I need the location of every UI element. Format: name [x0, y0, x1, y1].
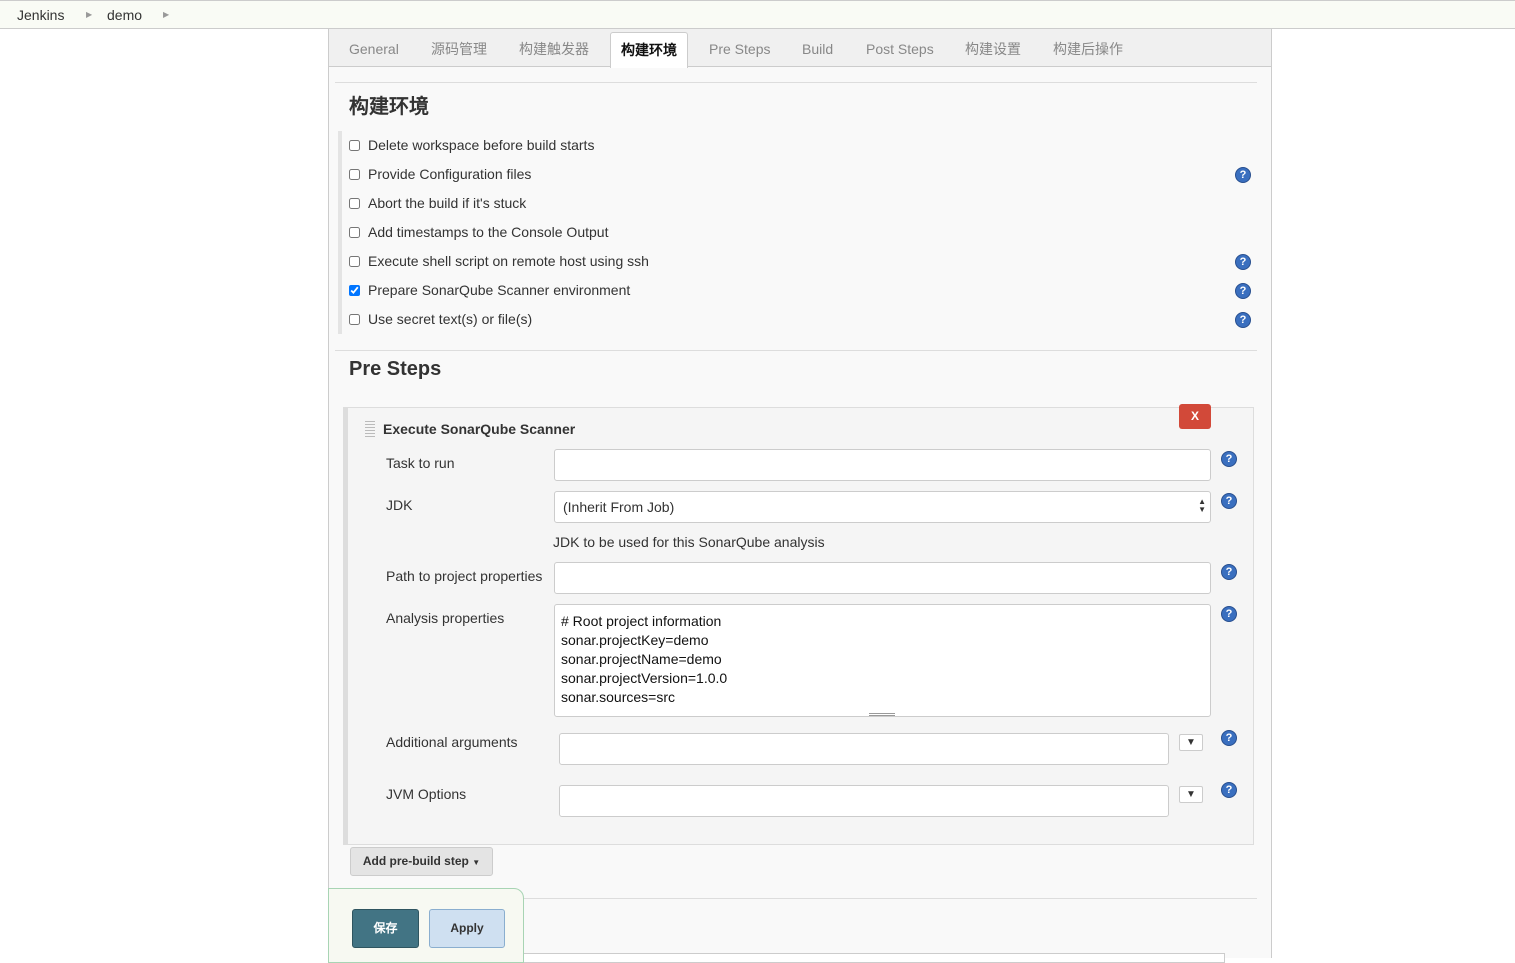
build-env-option[interactable]: Prepare SonarQube Scanner environment: [349, 282, 630, 298]
jdk-description: JDK to be used for this SonarQube analys…: [553, 534, 825, 550]
apply-button[interactable]: Apply: [429, 909, 505, 948]
bottom-sticker: 保存 Apply: [328, 888, 524, 963]
help-icon[interactable]: ?: [1221, 782, 1237, 798]
config-panel: General 源码管理 构建触发器 构建环境 Pre Steps Build …: [328, 29, 1272, 963]
tab-build-env[interactable]: 构建环境: [610, 32, 688, 68]
option-checkbox[interactable]: [349, 284, 360, 296]
tab-scm[interactable]: 源码管理: [421, 32, 497, 67]
analysis-label: Analysis properties: [386, 610, 505, 626]
delete-step-button[interactable]: X: [1179, 404, 1211, 429]
path-label: Path to project properties: [386, 568, 543, 584]
help-icon[interactable]: ?: [1221, 493, 1237, 509]
help-icon[interactable]: ?: [1221, 730, 1237, 746]
help-icon[interactable]: ?: [1235, 283, 1251, 299]
chevron-right-icon[interactable]: ▶: [163, 10, 169, 19]
help-icon[interactable]: ?: [1221, 451, 1237, 467]
tab-post-steps[interactable]: Post Steps: [856, 32, 944, 67]
jdk-value: (Inherit From Job): [563, 499, 675, 515]
divider: [335, 82, 1257, 83]
breadcrumb-demo[interactable]: demo: [107, 7, 142, 23]
jvm-input[interactable]: [559, 785, 1169, 817]
tab-triggers[interactable]: 构建触发器: [509, 32, 599, 67]
build-env-option[interactable]: Delete workspace before build starts: [349, 137, 594, 153]
section-title-build-env: 构建环境: [349, 96, 429, 118]
jdk-label: JDK: [386, 497, 413, 513]
select-arrows-icon: ▲ ▼: [1198, 497, 1206, 514]
option-checkbox[interactable]: [349, 313, 360, 325]
add-pre-build-step-button[interactable]: Add pre-build step ▼: [350, 847, 493, 876]
tab-general[interactable]: General: [339, 32, 409, 67]
save-button[interactable]: 保存: [352, 909, 419, 948]
option-checkbox[interactable]: [349, 255, 360, 267]
option-checkbox[interactable]: [349, 168, 360, 180]
jdk-select[interactable]: (Inherit From Job) ▲ ▼: [554, 491, 1211, 523]
add-step-label: Add pre-build step: [362, 854, 469, 868]
expand-args-button[interactable]: ▼: [1179, 734, 1203, 751]
build-env-option[interactable]: Add timestamps to the Console Output: [349, 224, 608, 240]
build-env-option[interactable]: Abort the build if it's stuck: [349, 195, 526, 211]
path-input[interactable]: [554, 562, 1211, 594]
tab-build[interactable]: Build: [792, 32, 843, 67]
help-icon[interactable]: ?: [1235, 167, 1251, 183]
option-checkbox[interactable]: [349, 197, 360, 209]
task-label: Task to run: [386, 455, 455, 471]
build-env-option[interactable]: Use secret text(s) or file(s): [349, 311, 532, 327]
tab-pre-steps[interactable]: Pre Steps: [699, 32, 780, 67]
option-label: Delete workspace before build starts: [368, 137, 595, 153]
jvm-label: JVM Options: [386, 786, 467, 802]
option-label: Abort the build if it's stuck: [368, 195, 527, 211]
option-label: Execute shell script on remote host usin…: [368, 253, 649, 269]
help-icon[interactable]: ?: [1235, 312, 1251, 328]
option-label: Add timestamps to the Console Output: [368, 224, 609, 240]
drag-handle-icon[interactable]: [365, 421, 375, 437]
breadcrumb-jenkins[interactable]: Jenkins: [17, 7, 64, 23]
option-label: Use secret text(s) or file(s): [368, 311, 533, 327]
next-input[interactable]: [519, 953, 1225, 963]
build-env-option[interactable]: Execute shell script on remote host usin…: [349, 253, 649, 269]
help-icon[interactable]: ?: [1235, 254, 1251, 270]
section-bar: [338, 131, 342, 334]
option-checkbox[interactable]: [349, 139, 360, 151]
tab-post-build[interactable]: 构建后操作: [1043, 32, 1133, 67]
help-icon[interactable]: ?: [1221, 564, 1237, 580]
option-checkbox[interactable]: [349, 226, 360, 238]
breadcrumb: Jenkins ▶ demo ▶: [0, 0, 1515, 29]
section-title-pre-steps: Pre Steps: [349, 358, 442, 380]
tab-build-settings[interactable]: 构建设置: [955, 32, 1031, 67]
task-input[interactable]: [554, 449, 1211, 481]
expand-jvm-button[interactable]: ▼: [1179, 786, 1203, 803]
analysis-textarea[interactable]: # Root project information sonar.project…: [554, 604, 1211, 717]
option-label: Provide Configuration files: [368, 166, 532, 182]
caret-down-icon: ▼: [472, 858, 481, 867]
tab-bar: General 源码管理 构建触发器 构建环境 Pre Steps Build …: [329, 29, 1271, 68]
step-title: Execute SonarQube Scanner: [383, 421, 576, 437]
build-env-option[interactable]: Provide Configuration files: [349, 166, 531, 182]
args-input[interactable]: [559, 733, 1169, 765]
option-label: Prepare SonarQube Scanner environment: [368, 282, 631, 298]
help-icon[interactable]: ?: [1221, 606, 1237, 622]
chevron-right-icon: ▶: [86, 10, 93, 19]
args-label: Additional arguments: [386, 734, 518, 750]
resize-handle-icon[interactable]: [869, 713, 895, 716]
divider: [335, 350, 1257, 351]
